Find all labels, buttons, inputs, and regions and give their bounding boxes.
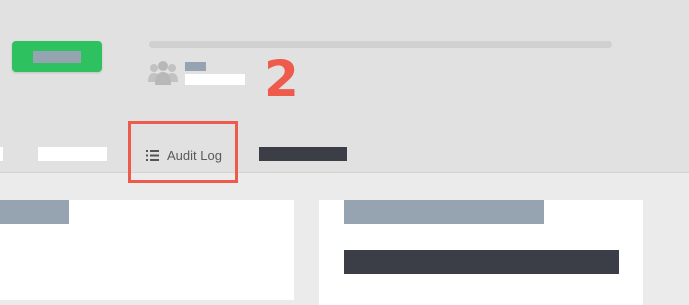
list-icon: [146, 149, 159, 161]
progress-bar: [149, 41, 612, 48]
redacted-card-value: [344, 250, 619, 274]
redacted-button-label: [33, 51, 81, 63]
step-callout-number: 2: [264, 50, 299, 108]
header-bar: 2 Audit Log: [0, 0, 689, 173]
primary-action-button[interactable]: [12, 41, 102, 72]
users-group-icon: [148, 60, 178, 86]
redacted-meta-label: [185, 62, 206, 71]
redacted-card-title: [344, 200, 544, 224]
tab-redacted-2[interactable]: [259, 147, 347, 161]
tab-audit-log[interactable]: Audit Log: [137, 140, 229, 170]
redacted-card-title: [0, 200, 69, 224]
content-card-right: [319, 200, 643, 305]
tab-redacted-1[interactable]: [38, 147, 107, 161]
content-card-left: [0, 200, 294, 300]
tab-redacted-edge[interactable]: [0, 147, 3, 161]
redacted-meta-value: [185, 74, 245, 85]
tab-audit-log-label: Audit Log: [167, 147, 222, 163]
